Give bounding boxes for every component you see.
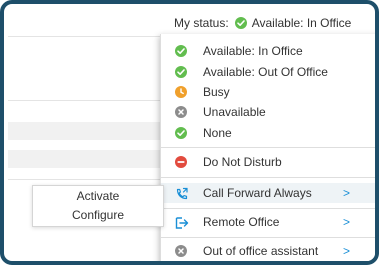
check-circle-icon [175,66,187,78]
check-circle-icon [175,127,187,139]
menu-item-none[interactable]: None [161,123,375,143]
x-circle-icon [175,245,187,257]
chevron-right-icon: > [343,186,351,200]
status-menu: Available: In Office Available: Out Of O… [160,34,375,261]
chevron-right-icon: > [343,215,351,229]
menu-divider [161,177,375,178]
minus-circle-icon [175,156,187,168]
check-circle-icon [234,17,247,29]
check-circle-icon [175,45,187,57]
menu-item-label: Available: Out Of Office [203,65,328,79]
menu-item-label: Do Not Disturb [203,155,282,169]
app-frame: My status: Available: In Office Availabl… [0,0,379,265]
submenu-item-activate[interactable]: Activate [33,187,163,205]
status-value: Available: In Office [251,16,352,30]
remote-office-icon [175,216,189,229]
status-label: My status: [174,16,229,30]
chevron-right-icon: > [343,244,351,258]
menu-item-label: Remote Office [203,215,280,229]
menu-item-label: Out of office assistant [203,244,319,258]
menu-item-busy[interactable]: Busy [161,82,375,102]
menu-divider [161,208,375,209]
submenu-item-configure[interactable]: Configure [33,206,163,224]
call-forward-submenu: Activate Configure [32,185,164,227]
menu-item-available-out-of-office[interactable]: Available: Out Of Office [161,62,375,82]
menu-divider [161,237,375,238]
menu-item-unavailable[interactable]: Unavailable [161,102,375,122]
menu-item-label: Unavailable [203,105,266,119]
menu-divider [161,147,375,148]
x-circle-icon [175,106,187,118]
menu-item-out-of-office-assistant[interactable]: Out of office assistant > [161,241,375,261]
status-selector[interactable]: My status: Available: In Office [174,16,351,30]
menu-item-label: Available: In Office [203,44,303,58]
menu-item-remote-office[interactable]: Remote Office > [161,212,375,232]
menu-item-label: None [203,126,232,140]
menu-item-label: Busy [203,85,230,99]
menu-item-label: Call Forward Always [203,186,312,200]
menu-item-call-forward-always[interactable]: Call Forward Always > [161,183,375,203]
clock-icon [175,86,187,98]
menu-item-available-in-office[interactable]: Available: In Office [161,41,375,61]
call-forward-icon [175,187,188,200]
menu-item-do-not-disturb[interactable]: Do Not Disturb [161,152,375,172]
